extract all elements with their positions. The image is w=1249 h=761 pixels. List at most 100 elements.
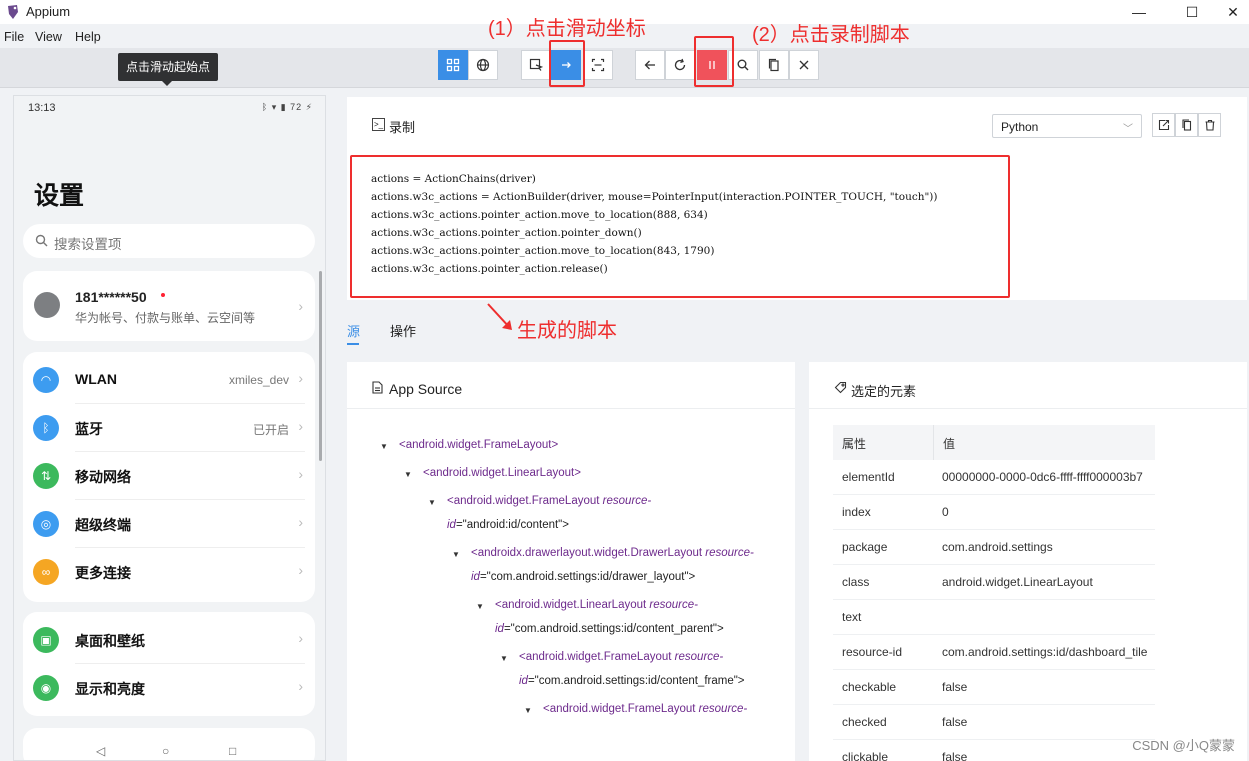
settings-row-wlan[interactable]: ◠ WLAN xmiles_dev ›: [23, 356, 315, 404]
chevron-right-icon: ›: [298, 418, 303, 434]
node-attr: resource-: [602, 495, 652, 507]
prop-key: checkable: [842, 680, 897, 694]
node-attr: resource-: [705, 547, 754, 559]
copy-xml-button[interactable]: [759, 50, 789, 80]
account-name: 181******50: [75, 289, 147, 305]
settings-row-super-device[interactable]: ◎ 超级终端 ›: [23, 500, 315, 548]
tree-node[interactable]: <androidx.drawerlayout.widget.DrawerLayo…: [471, 547, 754, 559]
menu-help[interactable]: Help: [75, 30, 101, 44]
scrollbar[interactable]: [319, 271, 322, 461]
row-label: 更多连接: [75, 565, 131, 581]
clear-actions-button[interactable]: [1198, 113, 1221, 137]
close-window-button[interactable]: ✕: [1218, 2, 1248, 22]
search-element-button[interactable]: [728, 50, 758, 80]
table-row: clickable false: [833, 740, 1155, 761]
status-icons: ᛒ ▾ ▮ 72 ⚡: [261, 102, 313, 112]
settings-row-display[interactable]: ◉ 显示和亮度 ›: [23, 664, 315, 712]
tap-by-coordinates-button[interactable]: [583, 50, 613, 80]
row-label: WLAN: [75, 371, 117, 387]
web-mode-button[interactable]: [468, 50, 498, 80]
search-icon: [737, 59, 749, 71]
device-screenshot[interactable]: 13:13 ᛒ ▾ ▮ 72 ⚡ 设置 搜索设置项 181******50 华为…: [13, 95, 326, 761]
grid-icon: [446, 58, 460, 72]
node-value: ="com.android.settings:id/content_parent…: [503, 623, 724, 635]
table-row: checked false: [833, 705, 1155, 740]
code-line: actions.w3c_actions.pointer_action.point…: [371, 227, 642, 239]
avatar: [34, 292, 60, 318]
table-row: resource-id com.android.settings:id/dashb…: [833, 635, 1155, 670]
copy-code-button[interactable]: [1175, 113, 1198, 137]
settings-row-wallpaper[interactable]: ▣ 桌面和壁纸 ›: [23, 616, 315, 664]
show-boilerplate-button[interactable]: [1152, 113, 1175, 137]
tree-node[interactable]: <android.widget.FrameLayout resource-: [543, 703, 747, 715]
refresh-button[interactable]: [665, 50, 695, 80]
caret-down-icon[interactable]: ▼: [404, 470, 412, 479]
caret-down-icon[interactable]: ▼: [452, 550, 460, 559]
tree-node[interactable]: <android.widget.FrameLayout resource-: [519, 651, 723, 663]
appium-logo-icon: [8, 5, 18, 19]
status-time: 13:13: [28, 102, 56, 114]
code-line: actions.w3c_actions.pointer_action.move_…: [371, 209, 708, 221]
prop-key: elementId: [842, 470, 895, 484]
node-value: ="com.android.settings:id/drawer_layout"…: [479, 571, 696, 583]
export-icon: [1158, 119, 1169, 131]
tree-node-cont[interactable]: id="com.android.settings:id/content_fram…: [519, 675, 745, 687]
tree-node[interactable]: <android.widget.LinearLayout>: [423, 467, 581, 479]
quit-session-button[interactable]: [789, 50, 819, 80]
display-card: ▣ 桌面和壁纸 › ◉ 显示和亮度 ›: [23, 612, 315, 716]
tab-actions[interactable]: 操作: [390, 321, 416, 340]
row-value: xmiles_dev: [228, 373, 289, 387]
caret-down-icon[interactable]: ▼: [500, 654, 508, 663]
refresh-icon: [674, 58, 686, 71]
nav-back-icon[interactable]: ◁: [96, 744, 105, 758]
prop-key: clickable: [842, 750, 889, 761]
nav-recent-icon[interactable]: □: [229, 744, 236, 758]
bluetooth-icon: ᛒ: [33, 415, 59, 441]
recorded-code: actions = ActionChains(driver) actions.w3…: [371, 170, 938, 278]
tab-source[interactable]: 源: [347, 321, 360, 340]
swipe-by-coordinates-button[interactable]: [551, 50, 581, 80]
caret-down-icon[interactable]: ▼: [524, 706, 532, 715]
tree-node[interactable]: <android.widget.LinearLayout resource-: [495, 599, 698, 611]
settings-row-more-connections[interactable]: ∞ 更多连接 ›: [23, 548, 315, 596]
node-tag: <android.widget.FrameLayout: [447, 495, 603, 507]
caret-down-icon[interactable]: ▼: [380, 442, 388, 451]
prop-value: com.android.settings: [942, 540, 1053, 554]
node-value: ="android:id/content">: [455, 519, 569, 531]
prop-value: false: [942, 680, 968, 694]
app-source-title: App Source: [389, 381, 463, 397]
menu-view[interactable]: View: [35, 30, 62, 44]
tree-node-cont[interactable]: id="com.android.settings:id/drawer_layou…: [471, 571, 695, 583]
pause-recording-button[interactable]: [697, 50, 727, 80]
tree-node[interactable]: <android.widget.FrameLayout resource-: [447, 495, 651, 507]
language-select[interactable]: Python ﹀: [992, 114, 1142, 138]
close-icon: [799, 60, 809, 70]
maximize-button[interactable]: ☐: [1177, 2, 1207, 22]
prop-value: 0: [942, 505, 949, 519]
back-button[interactable]: [635, 50, 665, 80]
language-value: Python: [1001, 120, 1039, 134]
select-element-button[interactable]: [521, 50, 551, 80]
caret-down-icon[interactable]: ▼: [476, 602, 484, 611]
tab-indicator: [347, 343, 359, 345]
settings-search[interactable]: 搜索设置项: [23, 224, 315, 258]
caret-down-icon[interactable]: ▼: [428, 498, 436, 507]
header-label: 属性: [842, 437, 867, 451]
arrow-right-icon: [562, 62, 571, 68]
native-mode-button[interactable]: [438, 50, 468, 80]
menu-file[interactable]: File: [4, 30, 24, 44]
nav-home-icon[interactable]: ○: [162, 744, 169, 758]
minimize-button[interactable]: —: [1124, 2, 1154, 22]
chevron-right-icon: ›: [298, 370, 303, 386]
link-icon: ∞: [33, 559, 59, 585]
node-attr: resource-: [698, 703, 748, 715]
tree-node-cont[interactable]: id="com.android.settings:id/content_pare…: [495, 623, 724, 635]
node-value: ="com.android.settings:id/content_frame"…: [527, 675, 745, 687]
tree-node-cont[interactable]: id="android:id/content">: [447, 519, 569, 531]
divider: [347, 408, 795, 409]
account-card[interactable]: 181******50 华为帐号、付款与账单、云空间等 ›: [23, 271, 315, 341]
prop-key: package: [842, 540, 888, 554]
settings-row-mobile[interactable]: ⇅ 移动网络 ›: [23, 452, 315, 500]
settings-row-bluetooth[interactable]: ᛒ 蓝牙 已开启 ›: [23, 404, 315, 452]
tree-node[interactable]: <android.widget.FrameLayout>: [399, 439, 558, 451]
